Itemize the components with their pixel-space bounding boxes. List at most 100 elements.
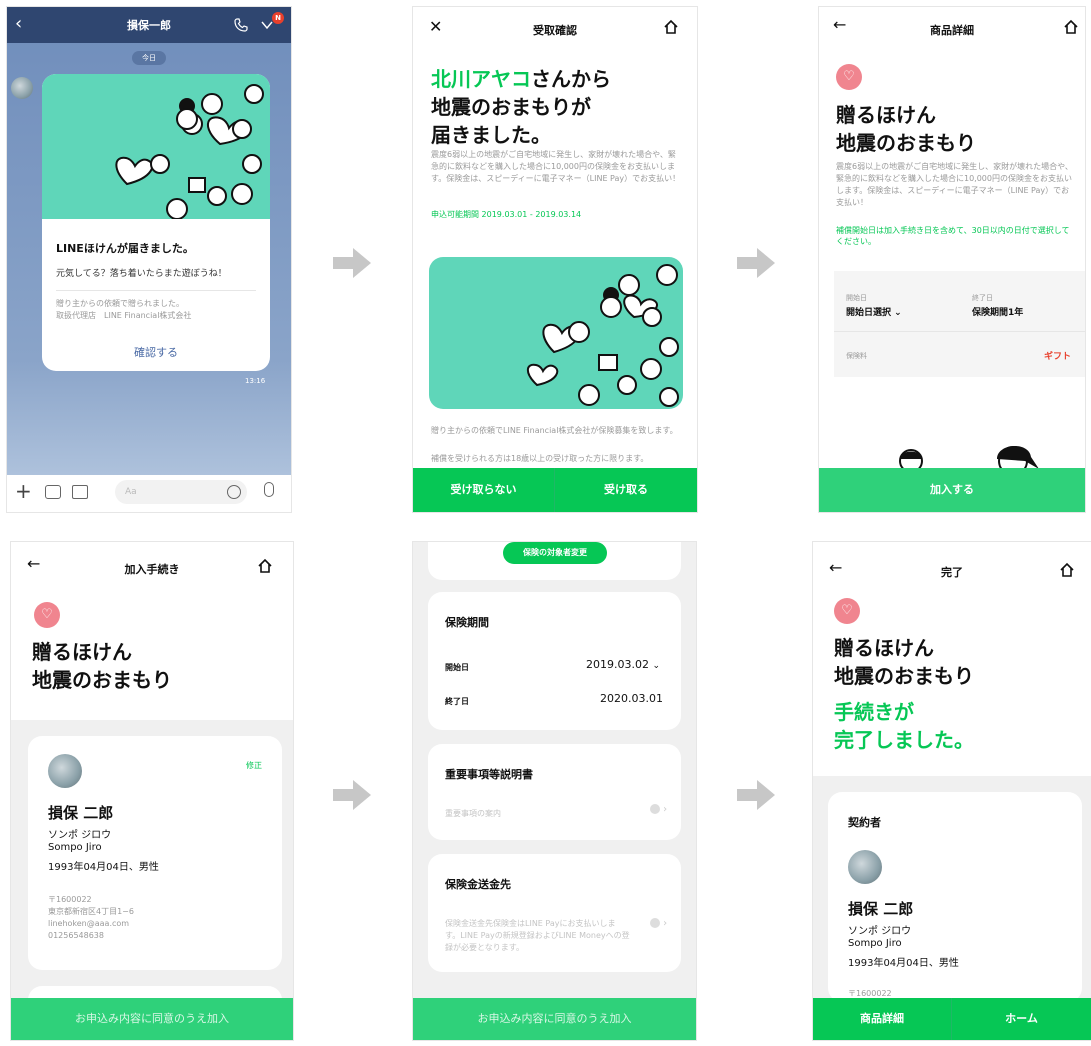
gift-illustration — [42, 74, 270, 219]
product-description: 震度6弱以上の地震がご自宅地域に発生し、家財が壊れた場合や、緊急的に飲料などを購… — [836, 162, 1073, 207]
insured-email: linehoken@aaa.com — [48, 919, 130, 928]
chevron-right-icon[interactable]: › — [650, 804, 672, 818]
home-button[interactable]: ホーム — [952, 998, 1091, 1040]
period-section: 開始日 開始日選択 ⌄ 終了日 保険期間1年 保険料 ギフト — [834, 271, 1085, 377]
start-select-value: 開始日選択 — [846, 308, 892, 318]
product-heading: 贈るほけん 地震のおまもり — [32, 638, 172, 694]
coverage-notice: 補償開始日は加入手続き日を含めて、30日以内の日付で選択してください。 — [836, 226, 1070, 246]
screen-enrollment: ← 加入手続き ♡ 贈るほけん 地震のおまもり 修正 損保 二郎 ソンポ ジロウ… — [11, 542, 293, 1040]
detail-title: 商品詳細 — [930, 24, 974, 37]
screen-chat: ‹ 損保一郎 N 今日 LINEほけんが届きました。 元気してる？落ち着いたらま… — [7, 7, 291, 512]
heading-line-1: 贈るほけん — [834, 636, 934, 660]
contractor-name: 損保 二郎 — [848, 900, 914, 918]
camera-icon[interactable] — [45, 485, 61, 499]
home-icon[interactable] — [1063, 19, 1079, 35]
sender-name: 北川アヤコ — [431, 67, 531, 91]
contractor-label: 契約者 — [848, 816, 881, 829]
period-title: 保険期間 — [445, 616, 489, 629]
contractor-birth: 1993年04月04日、男性 — [848, 958, 959, 969]
docs-link[interactable]: 重要事項の案内 — [445, 808, 501, 820]
end-label: 終了日 — [445, 697, 469, 706]
contractor-roman: Sompo Jiro — [848, 938, 902, 949]
insured-name: 損保 二郎 — [48, 804, 114, 822]
screen-confirm-details: 保険の対象者変更 保険期間 開始日 2019.03.02 ⌄ 終了日 2020.… — [413, 542, 696, 1040]
product-heading: 贈るほけん 地震のおまもり — [834, 634, 974, 690]
home-icon[interactable] — [257, 558, 273, 574]
end-value: 保険期間1年 — [972, 308, 1024, 318]
start-select[interactable]: 2019.03.02 ⌄ — [586, 658, 660, 671]
card-divider — [56, 290, 256, 291]
start-label: 開始日 — [846, 294, 867, 302]
premium-value: ギフト — [1044, 352, 1072, 362]
join-button[interactable]: 加入する — [819, 468, 1085, 512]
insured-roman: Sompo Jiro — [48, 842, 102, 853]
note-2: 補償を受けられる方は18歳以上の受け取った方に限ります。 — [431, 454, 649, 463]
end-label: 終了日 — [972, 294, 993, 302]
accept-button[interactable]: 受け取る — [555, 468, 697, 512]
enroll-title: 加入手続き — [124, 563, 180, 576]
emoji-icon[interactable] — [227, 485, 241, 499]
heart-icon: ♡ — [836, 64, 862, 90]
card-meta-1: 贈り主からの依頼で贈られました。 — [56, 299, 184, 308]
docs-card: 重要事項等説明書 重要事項の案内 › — [428, 744, 681, 840]
headline: 北川アヤコさんから 地震のおまもりが 届きました。 — [431, 65, 691, 149]
complete-title: 完了 — [941, 566, 963, 579]
submit-button[interactable]: お申込み内容に同意のうえ加入 — [11, 998, 293, 1040]
note-1: 贈り主からの依頼でLINE Financial株式会社が保険募集を致します。 — [431, 426, 678, 435]
card-message: 元気してる？落ち着いたらまた遊ぼうね！ — [56, 269, 227, 279]
flow-arrow-icon — [333, 780, 371, 810]
flow-arrow-icon — [333, 248, 371, 278]
card-meta-2: 取扱代理店 LINE Financial株式会社 — [56, 311, 192, 320]
start-value: 2019.03.02 — [586, 658, 649, 671]
chevron-right-icon[interactable]: › — [650, 918, 672, 932]
docs-title: 重要事項等説明書 — [445, 768, 533, 781]
heading-line-1: 贈るほけん — [32, 640, 132, 664]
insured-postal: 〒1600022 — [48, 895, 92, 904]
start-label: 開始日 — [445, 663, 469, 672]
screen-complete: ← 完了 ♡ 贈るほけん 地震のおまもり 手続きが 完了しました。 契約者 損保… — [813, 542, 1091, 1040]
insured-card: 修正 損保 二郎 ソンポ ジロウ Sompo Jiro 1993年04月04日、… — [28, 736, 282, 970]
payout-title: 保険金送金先 — [445, 878, 511, 891]
sender-avatar[interactable] — [11, 77, 33, 99]
image-icon[interactable] — [72, 485, 88, 499]
insured-phone: 01256548638 — [48, 931, 104, 940]
headline-line-2: 地震のおまもりが — [431, 95, 591, 119]
home-icon[interactable] — [1059, 562, 1075, 578]
chevron-down-icon: ⌄ — [652, 661, 661, 671]
chevron-down-icon: ⌄ — [894, 308, 902, 318]
receipt-title: 受取確認 — [533, 24, 577, 37]
headline-line-3: 届きました。 — [431, 123, 551, 147]
confirm-button[interactable]: 確認する — [42, 344, 270, 360]
heading-line-1: 贈るほけん — [836, 103, 936, 127]
end-value: 2020.03.01 — [600, 692, 663, 705]
application-period: 申込可能期間 2019.03.01 - 2019.03.14 — [431, 210, 582, 219]
mic-icon[interactable] — [264, 482, 274, 497]
change-insured-button[interactable]: 保険の対象者変更 — [503, 542, 607, 564]
phone-icon[interactable] — [233, 17, 249, 33]
submit-button[interactable]: お申込み内容に同意のうえ加入 — [413, 998, 696, 1040]
decline-button[interactable]: 受け取らない — [413, 468, 555, 512]
home-icon[interactable] — [663, 19, 679, 35]
heading-line-2: 地震のおまもり — [836, 131, 976, 155]
notification-badge: N — [272, 12, 284, 24]
avatar[interactable] — [48, 754, 82, 788]
heading-line-2: 地震のおまもり — [834, 664, 974, 688]
heart-icon: ♡ — [834, 598, 860, 624]
premium-label: 保険料 — [846, 352, 867, 360]
done-message: 手続きが 完了しました。 — [834, 698, 974, 754]
product-detail-button[interactable]: 商品詳細 — [813, 998, 952, 1040]
gift-card[interactable]: LINEほけんが届きました。 元気してる？落ち着いたらまた遊ぼうね！ 贈り主から… — [42, 74, 270, 371]
done-line-2: 完了しました。 — [834, 728, 974, 752]
insured-kana: ソンポ ジロウ — [48, 830, 112, 841]
contractor-card: 契約者 損保 二郎 ソンポ ジロウ Sompo Jiro 1993年04月04日… — [828, 792, 1082, 1002]
heart-icon: ♡ — [34, 602, 60, 628]
people-illustration — [889, 431, 1049, 476]
card-title: LINEほけんが届きました。 — [56, 242, 194, 255]
message-time: 13:16 — [245, 377, 266, 385]
edit-link[interactable]: 修正 — [246, 760, 262, 771]
flow-arrow-icon — [737, 248, 775, 278]
plus-icon[interactable]: + — [15, 481, 32, 501]
start-select[interactable]: 開始日選択 ⌄ — [846, 305, 902, 318]
gift-illustration — [429, 257, 683, 409]
avatar[interactable] — [848, 850, 882, 884]
